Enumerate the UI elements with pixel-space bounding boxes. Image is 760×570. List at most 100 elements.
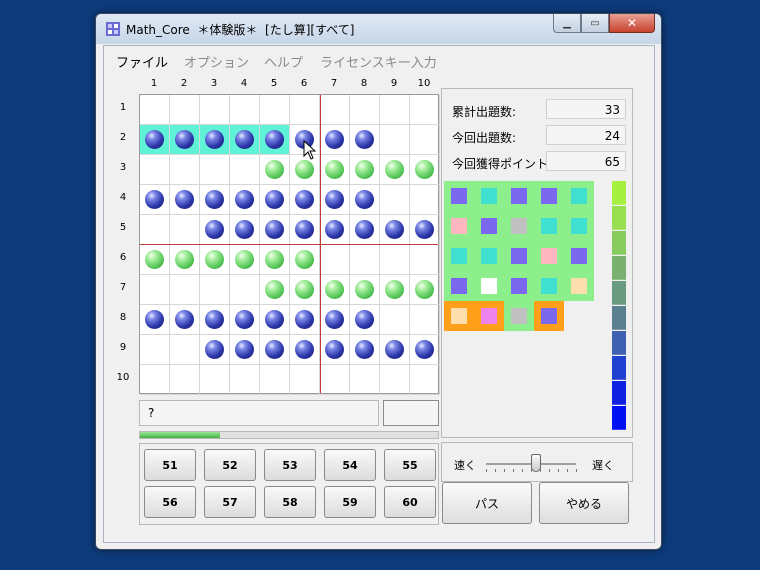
reward-tile xyxy=(504,271,534,301)
row-label: 8 xyxy=(119,312,127,323)
reward-square xyxy=(511,278,527,294)
speed-meter-segment xyxy=(612,331,626,355)
question-text: ? xyxy=(148,406,155,420)
grid-cell xyxy=(170,275,200,305)
grid-cell xyxy=(380,95,410,125)
blue-ball-icon xyxy=(205,220,224,239)
green-ball-icon xyxy=(385,280,404,299)
blue-ball-icon xyxy=(295,220,314,239)
minimize-icon: ▁ xyxy=(563,17,571,29)
column-label: 3 xyxy=(210,78,218,89)
speed-meter-segment xyxy=(612,281,626,305)
menu-file[interactable]: ファイル xyxy=(116,52,168,71)
grid-cell xyxy=(380,275,410,305)
grid-cell xyxy=(320,155,350,185)
answer-choice-button[interactable]: 56 xyxy=(144,486,196,518)
minimize-button[interactable]: ▁ xyxy=(553,14,581,33)
pass-button[interactable]: パス xyxy=(442,482,532,524)
menu-help[interactable]: ヘルプ xyxy=(264,52,303,71)
grid-cell xyxy=(410,185,440,215)
grid-cell xyxy=(350,155,380,185)
reward-tile xyxy=(564,181,594,211)
app-window: Math_Core ＊体験版＊ [たし算][すべて] ▁ ▭ ✕ ファイル オプ… xyxy=(95,13,662,550)
grid-cell xyxy=(260,335,290,365)
green-ball-icon xyxy=(385,160,404,179)
grid-cell xyxy=(350,335,380,365)
title-bar[interactable]: Math_Core ＊体験版＊ [たし算][すべて] ▁ ▭ ✕ xyxy=(96,14,661,44)
row-label: 4 xyxy=(119,192,127,203)
close-button[interactable]: ✕ xyxy=(609,14,655,33)
grid-cell xyxy=(410,125,440,155)
grid-cell xyxy=(200,125,230,155)
speed-meter-segment xyxy=(612,181,626,205)
green-ball-icon xyxy=(265,250,284,269)
reward-tile xyxy=(474,211,504,241)
counting-grid xyxy=(139,94,440,395)
speed-fast-label: 速く xyxy=(454,459,476,472)
answer-choice-button[interactable]: 54 xyxy=(324,449,376,481)
maximize-button[interactable]: ▭ xyxy=(581,14,609,33)
answer-choices: 51 52 53 54 55 56 57 58 59 60 xyxy=(139,443,439,525)
menu-options[interactable]: オプション xyxy=(184,52,249,71)
blue-ball-icon xyxy=(235,130,254,149)
reward-tile xyxy=(534,301,564,331)
grid-cell xyxy=(350,125,380,155)
grid-cell xyxy=(230,245,260,275)
question-display: ? xyxy=(139,400,379,426)
grid-cell xyxy=(140,245,170,275)
client-area: ファイル オプション ヘルプ ライセンスキー入力 1 2 3 4 5 6 7 8 9 10 123… xyxy=(103,45,655,543)
slider-tick xyxy=(549,469,550,472)
reward-tile xyxy=(474,271,504,301)
progress-bar xyxy=(139,431,439,439)
answer-choice-button[interactable]: 55 xyxy=(384,449,436,481)
grid-cell xyxy=(170,365,200,395)
row-label: 9 xyxy=(119,342,127,353)
blue-ball-icon xyxy=(385,220,404,239)
column-label: 2 xyxy=(180,78,188,89)
green-ball-icon xyxy=(415,280,434,299)
grid-cell xyxy=(200,335,230,365)
row-label: 7 xyxy=(119,282,127,293)
reward-square xyxy=(451,308,467,324)
reward-tile xyxy=(504,241,534,271)
green-ball-icon xyxy=(145,250,164,269)
grid-cell xyxy=(140,95,170,125)
blue-ball-icon xyxy=(325,340,344,359)
speed-slider-thumb[interactable] xyxy=(530,454,541,472)
answer-choice-button[interactable]: 59 xyxy=(324,486,376,518)
green-ball-icon xyxy=(355,280,374,299)
answer-choice-button[interactable]: 60 xyxy=(384,486,436,518)
menu-license-key[interactable]: ライセンスキー入力 xyxy=(320,52,437,71)
speed-meter-segment xyxy=(612,356,626,380)
reward-tile xyxy=(564,211,594,241)
answer-choice-button[interactable]: 58 xyxy=(264,486,316,518)
blue-ball-icon xyxy=(265,220,284,239)
grid-cell xyxy=(200,155,230,185)
blue-ball-icon xyxy=(145,190,164,209)
grid-cell xyxy=(230,155,260,185)
blue-ball-icon xyxy=(265,310,284,329)
app-icon xyxy=(106,22,120,36)
grid-cell xyxy=(230,185,260,215)
grid-cell xyxy=(260,245,290,275)
grid-cell xyxy=(260,95,290,125)
answer-choice-button[interactable]: 52 xyxy=(204,449,256,481)
grid-cell xyxy=(260,185,290,215)
reward-tile xyxy=(504,181,534,211)
reward-tile xyxy=(474,181,504,211)
answer-choice-button[interactable]: 51 xyxy=(144,449,196,481)
blue-ball-icon xyxy=(355,190,374,209)
answer-choice-button[interactable]: 53 xyxy=(264,449,316,481)
column-labels: 1 2 3 4 5 6 7 8 9 10 xyxy=(139,78,439,92)
grid-cell xyxy=(320,275,350,305)
green-ball-icon xyxy=(235,250,254,269)
blue-ball-icon xyxy=(295,190,314,209)
answer-choice-button[interactable]: 57 xyxy=(204,486,256,518)
blue-ball-icon xyxy=(355,310,374,329)
session-questions-label: 今回出題数: xyxy=(452,131,517,145)
blue-ball-icon xyxy=(145,130,164,149)
answer-field[interactable] xyxy=(383,400,439,426)
green-ball-icon xyxy=(325,280,344,299)
quit-button[interactable]: やめる xyxy=(539,482,629,524)
reward-tile xyxy=(444,211,474,241)
